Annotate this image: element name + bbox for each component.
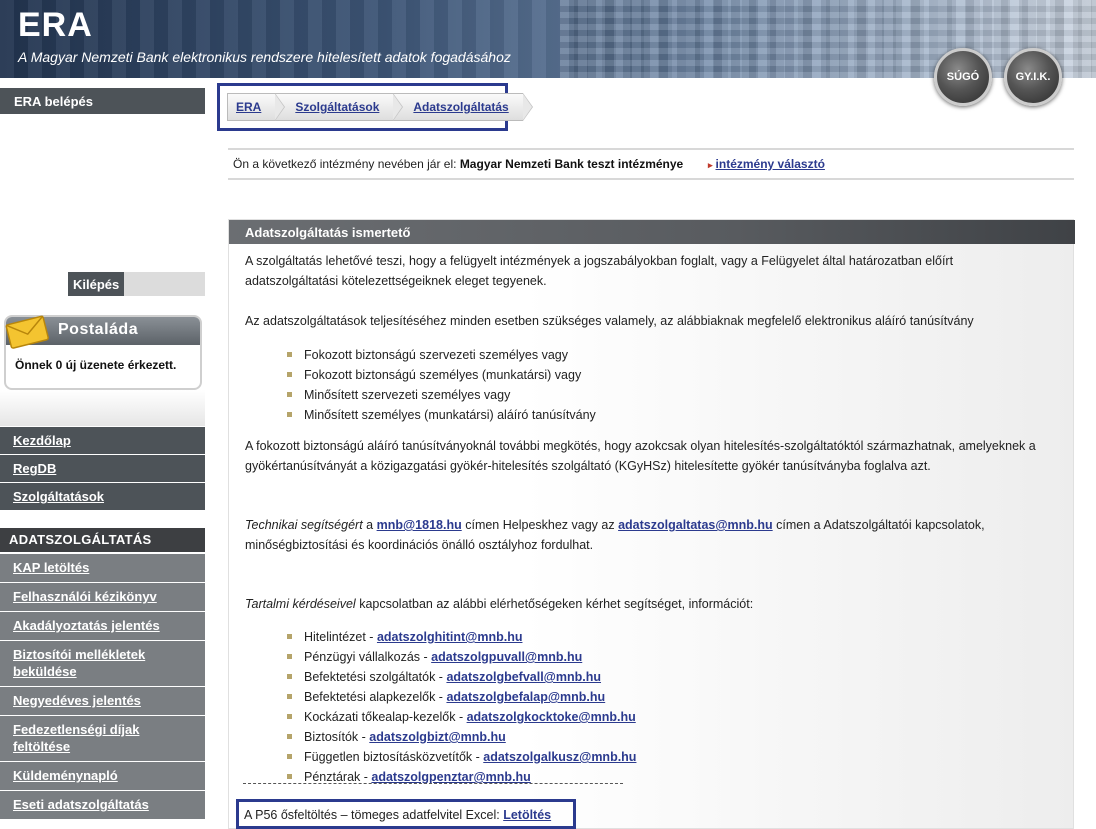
contact-label: Befektetési szolgáltatók - (304, 670, 447, 684)
nav-item-kap-download[interactable]: KAP letöltés (0, 554, 205, 583)
contact-item: Független biztosításközvetítők - adatszo… (287, 747, 636, 767)
p56-upload-box: A P56 ősfeltöltés – tömeges adatfelvitel… (236, 799, 576, 829)
panel-title: Adatszolgáltatás ismertető (229, 220, 1075, 244)
content-suffix: kapcsolatban az alábbi elérhetőségeken k… (359, 597, 754, 611)
header-banner: ERA A Magyar Nemzeti Bank elektronikus r… (0, 0, 1096, 78)
section-title: ADATSZOLGÁLTATÁS (0, 528, 205, 552)
cert-note-text: A fokozott biztonságú aláíró tanúsítvány… (245, 439, 1036, 473)
header-tagline: A Magyar Nemzeti Bank elektronikus rends… (18, 49, 511, 65)
nav-item-shipment-log[interactable]: Küldeménynapló (0, 762, 205, 791)
helpdesk-email-link[interactable]: mnb@1818.hu (377, 518, 462, 532)
nav-item-services[interactable]: Szolgáltatások (0, 483, 205, 511)
institution-prefix: Ön a következő intézmény nevében jár el: (233, 157, 457, 171)
institution-switch[interactable]: ▸ intézmény választó (708, 157, 825, 171)
nav-item-ad-hoc-reporting[interactable]: Eseti adatszolgáltatás (0, 791, 205, 820)
contact-email-link[interactable]: adatszolgpenztar@mnb.hu (371, 770, 530, 784)
contact-email-link[interactable]: adatszolgpuvall@mnb.hu (431, 650, 582, 664)
help-button[interactable]: SÚGÓ (934, 48, 992, 106)
content-prefix: Tartalmi kérdéseivel (245, 597, 356, 611)
contact-email-link[interactable]: adatszolgkocktoke@mnb.hu (467, 710, 636, 724)
content-questions-text: Tartalmi kérdéseivel kapcsolatban az alá… (245, 594, 1060, 614)
logout-button[interactable]: Kilépés (68, 272, 124, 296)
p56-text: A P56 ősfeltöltés – tömeges adatfelvitel… (244, 808, 500, 822)
list-item: Minősített személyes (munkatársi) aláíró… (287, 405, 596, 425)
contact-item: Befektetési alapkezelők - adatszolgbefal… (287, 687, 636, 707)
contact-label: Független biztosításközvetítők - (304, 750, 484, 764)
contact-label: Kockázati tőkealap-kezelők - (304, 710, 467, 724)
tech-mid: címen Helpeskhez vagy az (465, 518, 615, 532)
breadcrumb: ERA Szolgáltatások Adatszolgáltatás (227, 93, 534, 121)
main-nav: Kezdőlap RegDB Szolgáltatások (0, 427, 205, 511)
contact-label: Pénztárak - (304, 770, 372, 784)
nav-item-user-manual[interactable]: Felhasználói kézikönyv (0, 583, 205, 612)
sidebar: ERA belépés Kilépés Postaláda Önnek 0 új… (0, 78, 205, 829)
faq-button[interactable]: GY.I.K. (1004, 48, 1062, 106)
breadcrumb-era[interactable]: ERA (227, 93, 286, 121)
institution-switch-label[interactable]: intézmény választó (716, 157, 825, 171)
institution-bar: Ön a következő intézmény nevében jár el:… (228, 148, 1074, 180)
institution-name: Magyar Nemzeti Bank teszt intézménye (459, 157, 684, 171)
contact-item: Biztosítók - adatszolgbizt@mnb.hu (287, 727, 636, 747)
logout-strip (124, 272, 205, 296)
breadcrumb-data-service[interactable]: Adatszolgáltatás (393, 93, 534, 121)
contact-item: Pénzügyi vállalkozás - adatszolgpuvall@m… (287, 647, 636, 667)
contact-label: Biztosítók - (304, 730, 370, 744)
nav-item-obstruction-report[interactable]: Akadályoztatás jelentés (0, 612, 205, 641)
arrow-right-icon: ▸ (708, 160, 713, 170)
era-logo[interactable]: ERA (18, 6, 93, 45)
dashed-divider (243, 783, 623, 784)
envelope-icon (5, 315, 49, 349)
nav-item-regdb[interactable]: RegDB (0, 455, 205, 483)
nav-item-uncovered-fees[interactable]: Fedezetlenségi díjak feltöltése (0, 716, 205, 762)
tech-support-text: Technikai segítségért a mnb@1818.hu címe… (245, 515, 1060, 555)
breadcrumb-services[interactable]: Szolgáltatások (275, 93, 404, 121)
contact-email-link[interactable]: adatszolgbefalap@mnb.hu (446, 690, 605, 704)
data-service-email-link[interactable]: adatszolgaltatas@mnb.hu (618, 518, 773, 532)
contact-item: Kockázati tőkealap-kezelők - adatszolgko… (287, 707, 636, 727)
contact-email-link[interactable]: adatszolgbizt@mnb.hu (369, 730, 506, 744)
sidebar-divider (0, 390, 205, 426)
contact-label: Hitelintézet - (304, 630, 377, 644)
p56-download-link[interactable]: Letöltés (503, 808, 551, 822)
contact-email-link[interactable]: adatszolghitint@mnb.hu (377, 630, 523, 644)
contact-label: Befektetési alapkezelők - (304, 690, 447, 704)
tech-prefix: Technikai segítségért (245, 518, 363, 532)
cert-type-list: Fokozott biztonságú szervezeti személyes… (287, 345, 596, 425)
intro-text: A szolgáltatás lehetővé teszi, hogy a fe… (245, 254, 954, 288)
list-item: Fokozott biztonságú szervezeti személyes… (287, 345, 596, 365)
nav-item-home[interactable]: Kezdőlap (0, 427, 205, 455)
login-title: ERA belépés (0, 88, 205, 114)
contact-item: Befektetési szolgáltatók - adatszolgbefv… (287, 667, 636, 687)
contact-list: Hitelintézet - adatszolghitint@mnb.hu Pé… (287, 627, 636, 787)
contact-item: Hitelintézet - adatszolghitint@mnb.hu (287, 627, 636, 647)
tech-a: a (366, 518, 374, 532)
data-service-nav: KAP letöltés Felhasználói kézikönyv Akad… (0, 554, 205, 820)
contact-email-link[interactable]: adatszolgbefvall@mnb.hu (446, 670, 601, 684)
list-item: Fokozott biztonságú személyes (munkatárs… (287, 365, 596, 385)
contact-label: Pénzügyi vállalkozás - (304, 650, 432, 664)
nav-item-quarterly-report[interactable]: Negyedéves jelentés (0, 687, 205, 716)
cert-intro-text: Az adatszolgáltatások teljesítéséhez min… (245, 314, 974, 328)
contact-item: Pénztárak - adatszolgpenztar@mnb.hu (287, 767, 636, 787)
list-item: Minősített szervezeti személyes vagy (287, 385, 596, 405)
nav-item-insurer-attachments[interactable]: Biztosítói mellékletek beküldése (0, 641, 205, 687)
contact-email-link[interactable]: adatszolgalkusz@mnb.hu (483, 750, 636, 764)
info-panel: Adatszolgáltatás ismertető A szolgáltatá… (228, 219, 1075, 829)
